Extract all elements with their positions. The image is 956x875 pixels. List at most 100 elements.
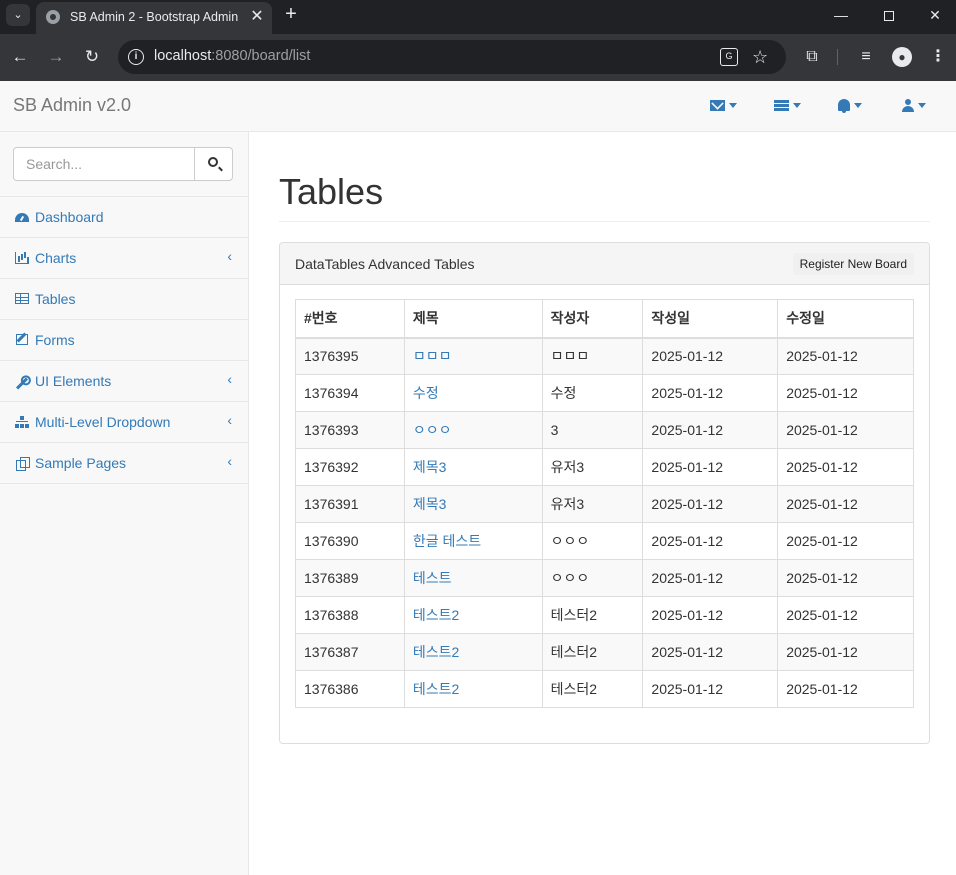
title-link[interactable]: 제목3 (413, 496, 447, 512)
site-info-icon[interactable]: i (128, 49, 144, 65)
brand-link[interactable]: SB Admin v2.0 (13, 95, 131, 116)
profile-icon[interactable]: ● (890, 45, 914, 69)
column-header[interactable]: 수정일 (777, 299, 914, 339)
wrench-icon (15, 375, 29, 390)
register-new-board-button[interactable]: Register New Board (792, 253, 914, 275)
dashboard-icon (15, 211, 29, 224)
search-button[interactable] (194, 147, 233, 181)
sidebar-item-label: Multi-Level Dropdown (35, 414, 171, 430)
cell-created-date: 2025-01-12 (642, 374, 779, 412)
table-header-row: #번호 제목 작성자 작성일 수정일 (295, 299, 914, 339)
tab-search-button[interactable]: ⌄ (6, 4, 30, 26)
cell-number: 1376389 (295, 559, 405, 597)
sidebar-item-dashboard[interactable]: Dashboard (0, 197, 248, 238)
globe-icon (46, 10, 60, 24)
maximize-button[interactable] (866, 0, 912, 30)
browser-toolbar: ← → ↻ i localhost:8080/board/list G ☆ ⧉ … (0, 34, 956, 81)
search-input[interactable] (13, 147, 195, 181)
title-link[interactable]: 수정 (413, 385, 439, 401)
sidebar-item-charts[interactable]: Charts ‹ (0, 238, 248, 279)
browser-tab-bar: ⌄ SB Admin 2 - Bootstrap Admin ✕ + — ✕ (0, 0, 956, 34)
bookmark-star-icon[interactable]: ☆ (752, 45, 768, 69)
close-window-button[interactable]: ✕ (912, 0, 956, 30)
cell-modified-date: 2025-01-12 (777, 485, 914, 523)
title-link[interactable]: 테스트2 (413, 681, 459, 697)
cell-title: 테스트2 (403, 670, 543, 708)
tasks-dropdown[interactable] (774, 96, 801, 112)
sidebar-item-ui-elements[interactable]: UI Elements ‹ (0, 361, 248, 402)
cell-number: 1376391 (295, 485, 405, 523)
user-icon (902, 98, 914, 112)
board-panel: DataTables Advanced Tables Register New … (279, 242, 930, 744)
title-link[interactable]: 테스트2 (413, 644, 459, 660)
url-path: :8080/board/list (211, 48, 311, 64)
cell-created-date: 2025-01-12 (642, 633, 779, 671)
cell-modified-date: 2025-01-12 (777, 374, 914, 412)
media-control-icon[interactable]: ≡ (854, 45, 878, 69)
alerts-dropdown[interactable] (838, 96, 862, 114)
table-row: 1376388 테스트2 테스터2 2025-01-12 2025-01-12 (295, 596, 914, 634)
sidebar-item-label: UI Elements (35, 373, 112, 389)
title-link[interactable]: 제목3 (413, 459, 447, 475)
reload-button[interactable]: ↻ (80, 45, 104, 69)
title-link[interactable]: 테스트2 (413, 607, 459, 623)
title-link[interactable]: ㅇㅇㅇ (413, 422, 452, 438)
title-link[interactable]: 테스트 (413, 570, 452, 586)
cell-created-date: 2025-01-12 (642, 559, 779, 597)
cell-title: ㅇㅇㅇ (403, 411, 543, 449)
caret-down-icon (854, 102, 862, 108)
back-button[interactable]: ← (8, 45, 32, 69)
cell-created-date: 2025-01-12 (642, 411, 779, 449)
extensions-icon[interactable]: ⧉ (800, 45, 824, 69)
messages-dropdown[interactable] (710, 96, 737, 112)
edit-icon (15, 334, 29, 347)
cell-created-date: 2025-01-12 (642, 485, 779, 523)
cell-modified-date: 2025-01-12 (777, 633, 914, 671)
chevron-left-icon: ‹ (227, 371, 232, 387)
column-header[interactable]: 제목 (403, 299, 543, 339)
cell-created-date: 2025-01-12 (642, 670, 779, 708)
bell-icon (838, 99, 850, 114)
minimize-button[interactable]: — (818, 0, 864, 30)
cell-number: 1376395 (295, 337, 405, 375)
top-navbar: SB Admin v2.0 (0, 81, 956, 132)
browser-menu-icon[interactable]: ⋮ (926, 45, 950, 69)
envelope-icon (710, 99, 725, 111)
cell-writer: 테스터2 (541, 670, 644, 708)
cell-number: 1376388 (295, 596, 405, 634)
table-row: 1376390 한글 테스트 ㅇㅇㅇ 2025-01-12 2025-01-12 (295, 522, 914, 560)
title-link[interactable]: ㅁㅁㅁ (413, 348, 452, 364)
address-bar[interactable]: i localhost:8080/board/list G ☆ (118, 40, 786, 74)
sidebar-item-sample-pages[interactable]: Sample Pages ‹ (0, 443, 248, 484)
column-header[interactable]: 작성일 (642, 299, 779, 339)
cell-modified-date: 2025-01-12 (777, 448, 914, 486)
cell-writer: 3 (541, 411, 644, 449)
browser-tab[interactable]: SB Admin 2 - Bootstrap Admin ✕ (36, 2, 272, 34)
table-icon (15, 293, 29, 306)
user-dropdown[interactable] (902, 96, 926, 112)
url-host: localhost (154, 48, 212, 64)
cell-modified-date: 2025-01-12 (777, 522, 914, 560)
chevron-left-icon: ‹ (227, 453, 232, 469)
column-header[interactable]: #번호 (295, 299, 405, 339)
cell-number: 1376390 (295, 522, 405, 560)
sidebar-item-tables[interactable]: Tables (0, 279, 248, 320)
forward-button[interactable]: → (44, 45, 68, 69)
cell-number: 1376392 (295, 448, 405, 486)
close-tab-icon[interactable]: ✕ (248, 8, 266, 26)
column-header[interactable]: 작성자 (541, 299, 644, 339)
url-text[interactable]: localhost:8080/board/list (154, 48, 310, 64)
cell-created-date: 2025-01-12 (642, 337, 779, 375)
sidebar-item-forms[interactable]: Forms (0, 320, 248, 361)
cell-writer: 테스터2 (541, 596, 644, 634)
panel-heading: DataTables Advanced Tables Register New … (280, 243, 929, 285)
tab-title: SB Admin 2 - Bootstrap Admin (70, 10, 238, 24)
cell-modified-date: 2025-01-12 (777, 670, 914, 708)
chevron-left-icon: ‹ (227, 248, 232, 264)
sitemap-icon (15, 416, 29, 429)
sidebar-item-multi-level-dropdown[interactable]: Multi-Level Dropdown ‹ (0, 402, 248, 443)
sidebar-item-label: Charts (35, 250, 77, 266)
translate-icon[interactable]: G (720, 48, 738, 66)
new-tab-button[interactable]: + (280, 4, 302, 26)
title-link[interactable]: 한글 테스트 (413, 533, 481, 549)
